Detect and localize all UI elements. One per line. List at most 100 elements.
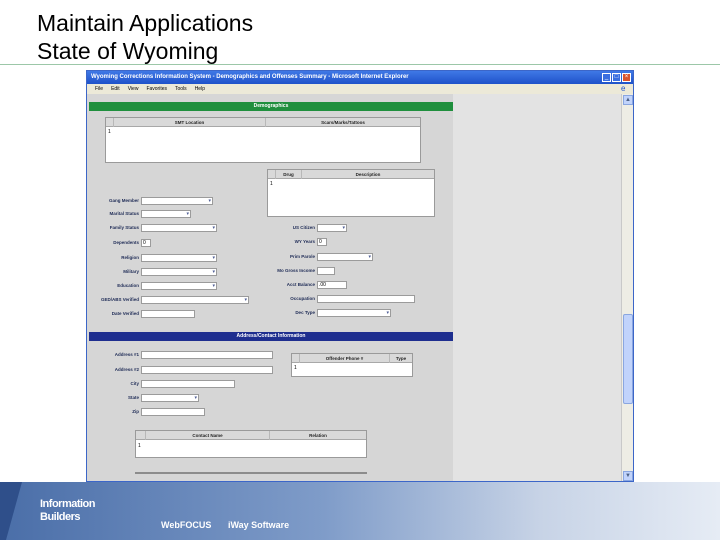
minimize-icon[interactable]: _ xyxy=(602,73,611,82)
phone-grid: Offender Phone # Type 1 xyxy=(291,353,413,377)
occupation-label: Occupation xyxy=(290,296,315,301)
chevron-down-icon: ▾ xyxy=(208,198,211,204)
us-citizen-select[interactable]: ▾ xyxy=(317,224,347,232)
contact-grid: Contact Name Relation 1 xyxy=(135,430,367,458)
city-field[interactable] xyxy=(141,380,235,388)
address-1-field[interactable] xyxy=(141,351,273,359)
contact-col-name: Contact Name xyxy=(146,431,270,440)
drug-grid: Drug Description 1 xyxy=(267,169,435,217)
wy-years-field[interactable]: 0 xyxy=(317,238,327,246)
menu-view[interactable]: View xyxy=(128,84,139,94)
drug-col-description: Description xyxy=(355,172,381,177)
religion-label: Religion xyxy=(121,255,139,260)
drug-col-drug: Drug xyxy=(276,170,302,179)
chevron-down-icon: ▾ xyxy=(212,269,215,275)
mo-gross-income-field[interactable] xyxy=(317,267,335,275)
phone-grid-header: Offender Phone # Type xyxy=(292,354,412,363)
date-verified-field[interactable] xyxy=(141,310,195,318)
maximize-icon[interactable]: □ xyxy=(612,73,621,82)
chevron-down-icon: ▾ xyxy=(386,310,389,316)
address-1-label: Address #1 xyxy=(114,352,139,357)
menu-edit[interactable]: Edit xyxy=(111,84,120,94)
military-select[interactable]: ▾ xyxy=(141,268,217,276)
menu-tools[interactable]: Tools xyxy=(175,84,187,94)
zip-field[interactable] xyxy=(141,408,205,416)
address-2-field[interactable] xyxy=(141,366,273,374)
title-divider xyxy=(0,64,720,65)
family-status-select[interactable]: ▾ xyxy=(141,224,217,232)
slide-title-line2: State of Wyoming xyxy=(37,38,219,64)
smt-col-scars: Scars/Marks/Tattoos xyxy=(321,120,365,125)
gang-member-select[interactable]: ▾ xyxy=(141,197,213,205)
chevron-down-icon: ▾ xyxy=(194,395,197,401)
blank-panel xyxy=(453,94,621,481)
ie-logo-icon: e xyxy=(621,84,626,93)
mo-gross-income-label: Mo Gross Income xyxy=(277,268,315,273)
acct-balance-field[interactable]: .00 xyxy=(317,281,347,289)
table-row[interactable]: 1 xyxy=(294,365,297,371)
chevron-down-icon: ▾ xyxy=(342,225,345,231)
acct-balance-label: Acct Balance xyxy=(286,282,315,287)
phone-col-number: Offender Phone # xyxy=(300,354,390,363)
window-controls: _ □ × xyxy=(602,73,631,82)
education-label: Education xyxy=(117,283,139,288)
brand-name-line2: Builders xyxy=(40,511,81,523)
menu-favorites[interactable]: Favorites xyxy=(146,84,167,94)
smt-grid: SMT Location Scars/Marks/Tattoos 1 xyxy=(105,117,421,163)
address-contact-header: Address/Contact Information xyxy=(89,332,453,341)
address-2-label: Address #2 xyxy=(114,367,139,372)
slide-title-line1: Maintain Applications xyxy=(37,10,254,36)
prim-parole-label: Prim Parole xyxy=(289,254,315,259)
dec-type-label: Dec Type xyxy=(295,310,315,315)
gang-member-label: Gang Member xyxy=(108,198,139,203)
window-titlebar: Wyoming Corrections Information System -… xyxy=(87,71,633,84)
product-iway-software: iWay Software xyxy=(228,520,290,530)
phone-col-type: Type xyxy=(395,356,407,361)
demographics-header: Demographics xyxy=(89,102,453,111)
marital-status-select[interactable]: ▾ xyxy=(141,210,191,218)
footer-band xyxy=(0,482,720,540)
menu-file[interactable]: File xyxy=(95,84,103,94)
education-select[interactable]: ▾ xyxy=(141,282,217,290)
browser-window: Wyoming Corrections Information System -… xyxy=(86,70,634,482)
contact-grid-header: Contact Name Relation xyxy=(136,431,366,440)
dependents-label: Dependents xyxy=(113,240,139,245)
table-row[interactable]: 1 xyxy=(270,181,273,187)
contact-col-relation: Relation xyxy=(309,433,327,438)
military-label: Military xyxy=(123,269,139,274)
smt-grid-header: SMT Location Scars/Marks/Tattoos xyxy=(106,118,420,127)
scroll-down-icon[interactable]: ▼ xyxy=(623,471,633,481)
ged-abs-verified-select[interactable]: ▾ xyxy=(141,296,249,304)
prim-parole-select[interactable]: ▾ xyxy=(317,253,373,261)
state-select[interactable]: ▾ xyxy=(141,394,199,402)
chevron-down-icon: ▾ xyxy=(244,297,247,303)
page-content: Demographics SMT Location Scars/Marks/Ta… xyxy=(87,94,633,481)
table-row[interactable]: 1 xyxy=(108,129,111,135)
divider xyxy=(135,472,367,474)
zip-label: Zip xyxy=(132,409,139,414)
date-verified-label: Date Verified xyxy=(111,311,139,316)
scroll-thumb[interactable] xyxy=(623,314,633,404)
menu-bar: File Edit View Favorites Tools Help xyxy=(87,84,633,94)
table-row[interactable]: 1 xyxy=(138,443,141,449)
chevron-down-icon: ▾ xyxy=(368,254,371,260)
marital-status-label: Marital Status xyxy=(109,211,139,216)
close-icon[interactable]: × xyxy=(622,73,631,82)
ged-abs-verified-label: GED/ABS Verified xyxy=(100,297,139,302)
dependents-field[interactable]: 0 xyxy=(141,239,151,247)
brand-name-line1: Information xyxy=(40,498,96,510)
scroll-up-icon[interactable]: ▲ xyxy=(623,95,633,105)
chevron-down-icon: ▾ xyxy=(212,225,215,231)
drug-grid-header: Drug Description xyxy=(268,170,434,179)
religion-select[interactable]: ▾ xyxy=(141,254,217,262)
wy-years-label: WY Years xyxy=(294,239,315,244)
form-area: Demographics SMT Location Scars/Marks/Ta… xyxy=(87,94,453,481)
chevron-down-icon: ▾ xyxy=(212,283,215,289)
product-webfocus: WebFOCUS xyxy=(161,520,212,530)
dec-type-select[interactable]: ▾ xyxy=(317,309,391,317)
chevron-down-icon: ▾ xyxy=(212,255,215,261)
vertical-scrollbar[interactable]: ▲ ▼ xyxy=(621,94,633,481)
us-citizen-label: US Citizen xyxy=(292,225,315,230)
occupation-field[interactable] xyxy=(317,295,415,303)
menu-help[interactable]: Help xyxy=(195,84,205,94)
